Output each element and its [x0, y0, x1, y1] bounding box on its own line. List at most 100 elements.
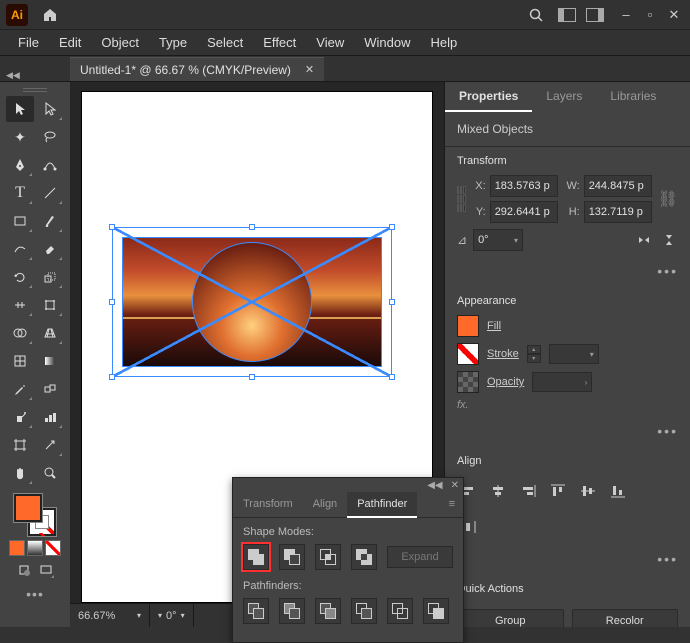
- close-panel-icon[interactable]: ✕: [451, 480, 459, 491]
- align-right-icon[interactable]: [517, 481, 539, 501]
- unite-button[interactable]: [243, 544, 269, 570]
- fill-label[interactable]: Fill: [487, 320, 501, 332]
- direct-selection-tool[interactable]: [36, 96, 64, 122]
- expand-button[interactable]: Expand: [387, 546, 453, 568]
- chevron-down-icon[interactable]: ▾: [181, 611, 185, 620]
- resize-handle[interactable]: [109, 374, 115, 380]
- stroke-weight-field[interactable]: ▾: [549, 344, 599, 364]
- tab-align[interactable]: Align: [303, 492, 347, 517]
- minus-front-button[interactable]: [279, 544, 305, 570]
- home-icon[interactable]: [42, 7, 58, 23]
- flip-vertical-icon[interactable]: [660, 231, 678, 249]
- maximize-button[interactable]: ▫: [638, 5, 662, 25]
- free-transform-tool[interactable]: [36, 292, 64, 318]
- fill-swatch[interactable]: [14, 494, 42, 522]
- divide-button[interactable]: [243, 598, 269, 624]
- resize-handle[interactable]: [389, 374, 395, 380]
- stroke-label[interactable]: Stroke: [487, 348, 519, 360]
- color-mode-icon[interactable]: [9, 540, 25, 556]
- shape-builder-tool[interactable]: [6, 320, 34, 346]
- symbol-sprayer-tool[interactable]: [6, 404, 34, 430]
- pathfinder-panel[interactable]: ◀◀ ✕ Transform Align Pathfinder ≡ Shape …: [232, 477, 464, 643]
- selection-bounding-box[interactable]: [112, 227, 392, 377]
- outline-button[interactable]: [387, 598, 413, 624]
- panel-menu-icon[interactable]: ≡: [441, 492, 463, 517]
- eraser-tool[interactable]: [36, 236, 64, 262]
- shaper-tool[interactable]: [6, 236, 34, 262]
- rotate-tool[interactable]: [6, 264, 34, 290]
- hand-tool[interactable]: [6, 460, 34, 486]
- tab-libraries[interactable]: Libraries: [596, 82, 670, 112]
- rotation-field[interactable]: 0°▾: [473, 229, 523, 251]
- close-button[interactable]: ✕: [662, 5, 686, 25]
- opacity-label[interactable]: Opacity: [487, 376, 524, 388]
- gradient-mode-icon[interactable]: [27, 540, 43, 556]
- h-field[interactable]: 132.7119 p: [584, 201, 652, 223]
- align-hcenter-icon[interactable]: [487, 481, 509, 501]
- flip-horizontal-icon[interactable]: [636, 231, 654, 249]
- toolbox-collapse-icon[interactable]: ◀◀: [0, 70, 20, 80]
- group-button[interactable]: Group: [457, 609, 564, 627]
- workspace-switcher-icon[interactable]: [558, 8, 576, 22]
- fill-color-swatch[interactable]: [457, 315, 479, 337]
- align-top-icon[interactable]: [547, 481, 569, 501]
- zoom-tool[interactable]: [36, 460, 64, 486]
- x-field[interactable]: 183.5763 p: [490, 175, 558, 197]
- pen-tool[interactable]: [6, 152, 34, 178]
- gradient-tool[interactable]: [36, 348, 64, 374]
- width-tool[interactable]: [6, 292, 34, 318]
- more-options-icon[interactable]: •••: [445, 547, 690, 571]
- menu-effect[interactable]: Effect: [253, 35, 306, 50]
- artboard-tool[interactable]: [6, 432, 34, 458]
- scale-tool[interactable]: [36, 264, 64, 290]
- fx-label[interactable]: fx.: [457, 399, 678, 411]
- resize-handle[interactable]: [109, 299, 115, 305]
- document-tab[interactable]: Untitled-1* @ 66.67 % (CMYK/Preview) ✕: [70, 57, 324, 81]
- drawing-mode-normal-icon[interactable]: [14, 560, 34, 580]
- stroke-color-swatch[interactable]: [457, 343, 479, 365]
- crop-button[interactable]: [351, 598, 377, 624]
- reference-point-grid[interactable]: [457, 186, 466, 212]
- menu-help[interactable]: Help: [420, 35, 467, 50]
- screen-mode-icon[interactable]: [36, 560, 56, 580]
- collapse-panel-icon[interactable]: ◀◀: [427, 480, 442, 491]
- close-tab-icon[interactable]: ✕: [305, 63, 314, 76]
- y-field[interactable]: 292.6441 p: [490, 201, 558, 223]
- edit-toolbar-icon[interactable]: •••: [26, 586, 44, 602]
- rectangle-tool[interactable]: [6, 208, 34, 234]
- magic-wand-tool[interactable]: ✦: [6, 124, 34, 150]
- more-options-icon[interactable]: •••: [445, 419, 690, 443]
- eyedropper-tool[interactable]: [6, 376, 34, 402]
- menu-edit[interactable]: Edit: [49, 35, 91, 50]
- resize-handle[interactable]: [389, 299, 395, 305]
- merge-button[interactable]: [315, 598, 341, 624]
- fill-stroke-swatches[interactable]: [14, 494, 56, 536]
- resize-handle[interactable]: [109, 224, 115, 230]
- toolbox-grip[interactable]: [23, 88, 47, 92]
- line-tool[interactable]: [36, 180, 64, 206]
- mesh-tool[interactable]: [6, 348, 34, 374]
- menu-view[interactable]: View: [306, 35, 354, 50]
- trim-button[interactable]: [279, 598, 305, 624]
- stroke-weight-stepper[interactable]: ▴▾: [527, 345, 541, 363]
- slice-tool[interactable]: [36, 432, 64, 458]
- blend-tool[interactable]: [36, 376, 64, 402]
- constrain-proportions-icon[interactable]: ⛓: [658, 189, 678, 209]
- paintbrush-tool[interactable]: [36, 208, 64, 234]
- zoom-field[interactable]: [78, 610, 133, 622]
- align-vcenter-icon[interactable]: [577, 481, 599, 501]
- align-bottom-icon[interactable]: [607, 481, 629, 501]
- intersect-button[interactable]: [315, 544, 341, 570]
- opacity-swatch[interactable]: [457, 371, 479, 393]
- menu-window[interactable]: Window: [354, 35, 420, 50]
- resize-handle[interactable]: [249, 224, 255, 230]
- minimize-button[interactable]: –: [614, 5, 638, 25]
- none-mode-icon[interactable]: [45, 540, 61, 556]
- lasso-tool[interactable]: [36, 124, 64, 150]
- selection-tool[interactable]: [6, 96, 34, 122]
- more-options-icon[interactable]: •••: [445, 259, 690, 283]
- tab-layers[interactable]: Layers: [532, 82, 596, 112]
- tab-properties[interactable]: Properties: [445, 82, 532, 112]
- recolor-button[interactable]: Recolor: [572, 609, 679, 627]
- perspective-grid-tool[interactable]: [36, 320, 64, 346]
